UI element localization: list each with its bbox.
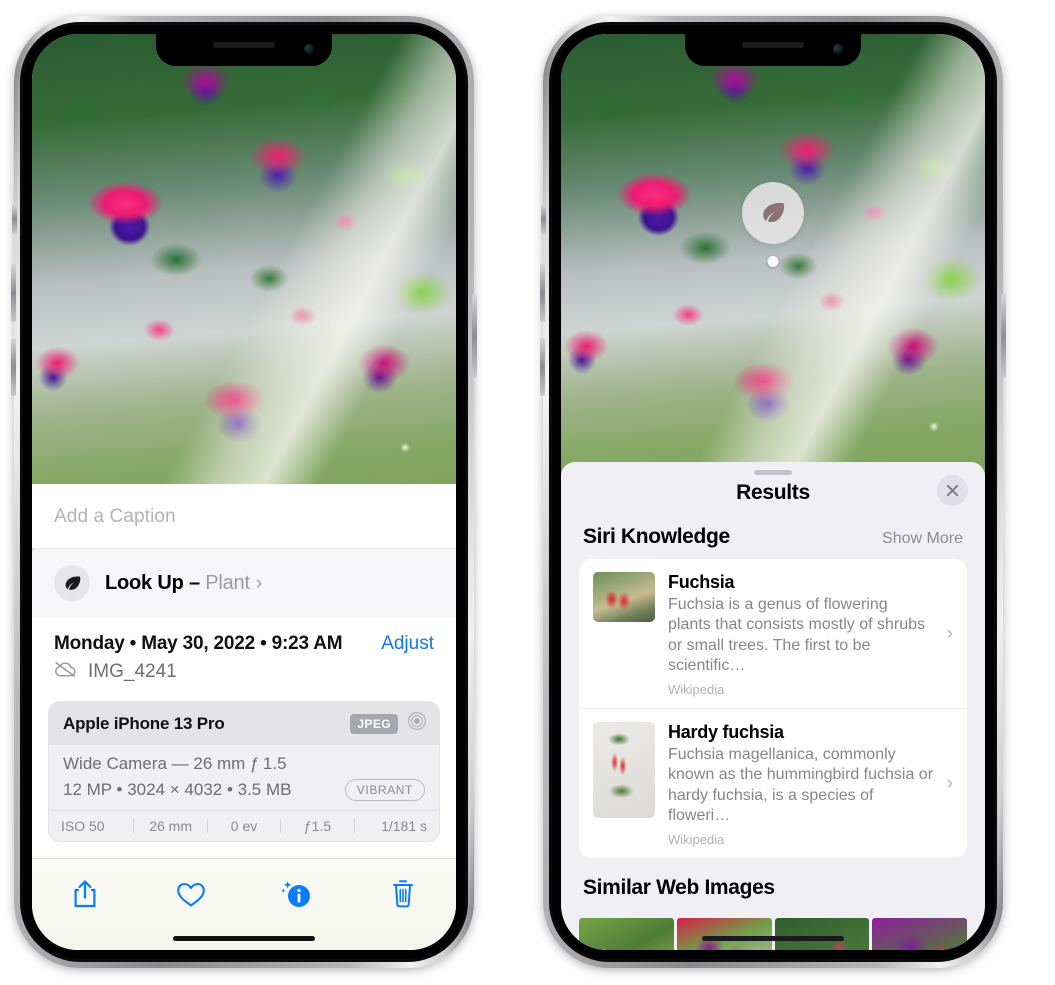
photo-fuchsia-plant[interactable] bbox=[32, 34, 456, 504]
knowledge-description: Fuchsia is a genus of flowering plants t… bbox=[668, 596, 925, 675]
leaf-icon bbox=[54, 565, 90, 601]
home-indicator-left[interactable] bbox=[173, 936, 315, 941]
exif-iso: ISO 50 bbox=[61, 818, 105, 834]
iphone-left: Add a Caption ✦ ✦ Look Up – Plant› Monda… bbox=[11, 16, 477, 968]
home-indicator-right[interactable] bbox=[702, 936, 844, 941]
web-image-3[interactable] bbox=[774, 917, 870, 950]
knowledge-thumbnail bbox=[593, 572, 655, 622]
similar-web-images-header: Similar Web Images bbox=[561, 858, 985, 910]
section-title: Similar Web Images bbox=[583, 875, 775, 899]
look-up-subject: Plant bbox=[205, 571, 250, 594]
screenshot-stage: Add a Caption ✦ ✦ Look Up – Plant› Monda… bbox=[0, 0, 1055, 985]
sparkle-icon-large: ✦ bbox=[32, 543, 37, 559]
web-image-2[interactable] bbox=[676, 917, 772, 950]
caption-input[interactable]: Add a Caption bbox=[32, 484, 456, 549]
metadata-header: Apple iPhone 13 Pro JPEG bbox=[49, 702, 439, 745]
notch-left bbox=[156, 34, 332, 66]
format-badge: JPEG bbox=[350, 713, 398, 734]
profile-badge: VIBRANT bbox=[344, 779, 425, 801]
knowledge-body: Hardy fuchsia Fuchsia magellanica, commo… bbox=[668, 722, 934, 847]
photo-info-sheet: Add a Caption ✦ ✦ Look Up – Plant› Monda… bbox=[32, 484, 456, 950]
exif-ev: 0 ev bbox=[230, 818, 258, 834]
lens-info: Wide Camera — 26 mm ƒ 1.5 bbox=[63, 754, 287, 773]
size-info: 12 MP • 3024 × 4032 • 3.5 MB bbox=[63, 780, 292, 799]
similar-web-images-strip bbox=[561, 917, 985, 950]
power-button-left[interactable] bbox=[472, 294, 477, 378]
results-sheet: Results Siri Knowledge Show More Fuchsia… bbox=[561, 462, 985, 950]
datetime-row: Monday • May 30, 2022 • 9:23 AM Adjust bbox=[54, 633, 434, 655]
mute-switch-right[interactable] bbox=[541, 204, 546, 234]
device-name: Apple iPhone 13 Pro bbox=[63, 713, 225, 733]
photo-datetime: Monday • May 30, 2022 • 9:23 AM bbox=[54, 633, 343, 654]
screen-left: Add a Caption ✦ ✦ Look Up – Plant› Monda… bbox=[32, 34, 456, 950]
chevron-right-icon: › bbox=[255, 572, 262, 594]
volume-up-button-right[interactable] bbox=[540, 264, 545, 322]
section-title: Siri Knowledge bbox=[583, 525, 730, 548]
delete-button[interactable] bbox=[380, 871, 426, 917]
info-button[interactable] bbox=[274, 871, 320, 917]
volume-down-button-right[interactable] bbox=[540, 338, 545, 396]
notch-right bbox=[685, 34, 861, 66]
metadata-header-badges: JPEG bbox=[350, 711, 427, 736]
knowledge-thumbnail bbox=[593, 721, 655, 818]
filename-row: IMG_4241 bbox=[54, 661, 434, 683]
share-button[interactable] bbox=[62, 871, 108, 917]
web-image-1[interactable] bbox=[579, 917, 674, 950]
exif-shutter: 1/181 s bbox=[381, 818, 428, 834]
iphone-right: Results Siri Knowledge Show More Fuchsia… bbox=[540, 16, 1006, 968]
look-up-prefix: Look Up – bbox=[105, 571, 206, 594]
size-info-row: 12 MP • 3024 × 4032 • 3.5 MB VIBRANT bbox=[63, 779, 425, 801]
icloud-slash-icon bbox=[54, 661, 77, 683]
volume-down-button-left[interactable] bbox=[11, 338, 16, 396]
knowledge-description: Fuchsia magellanica, commonly known as t… bbox=[668, 745, 934, 825]
web-image-4[interactable] bbox=[872, 917, 967, 950]
knowledge-source: Wikipedia bbox=[668, 681, 725, 697]
close-icon[interactable] bbox=[937, 475, 968, 506]
datetime-block: Monday • May 30, 2022 • 9:23 AM Adjust I… bbox=[32, 618, 456, 689]
list-item[interactable]: Fuchsia Fuchsia is a genus of flowering … bbox=[579, 559, 967, 708]
metadata-body: Wide Camera — 26 mm ƒ 1.5 12 MP • 3024 ×… bbox=[49, 745, 439, 810]
exif-row: ISO 50 26 mm 0 ev ƒ1.5 1/181 s bbox=[49, 810, 439, 841]
siri-knowledge-card: Fuchsia Fuchsia is a genus of flowering … bbox=[579, 559, 967, 858]
siri-knowledge-header: Siri Knowledge Show More bbox=[561, 517, 985, 559]
visual-look-up-anchor-dot bbox=[767, 256, 779, 267]
look-up-label: Look Up – Plant › bbox=[105, 572, 262, 595]
mute-switch-left[interactable] bbox=[12, 204, 17, 234]
exif-focal: 26 mm bbox=[149, 818, 192, 834]
aperture-icon bbox=[407, 711, 427, 736]
screen-right: Results Siri Knowledge Show More Fuchsia… bbox=[561, 34, 985, 950]
list-item[interactable]: Hardy fuchsia Fuchsia magellanica, commo… bbox=[579, 707, 967, 858]
front-camera-icon bbox=[304, 44, 314, 54]
visual-look-up-badge[interactable] bbox=[742, 182, 804, 244]
knowledge-body: Fuchsia Fuchsia is a genus of flowering … bbox=[668, 572, 934, 697]
front-camera-icon bbox=[833, 44, 843, 54]
camera-metadata-card[interactable]: Apple iPhone 13 Pro JPEG Wide Camera — 2… bbox=[48, 701, 440, 842]
earpiece-speaker bbox=[213, 42, 275, 48]
earpiece-speaker bbox=[742, 42, 804, 48]
look-up-row[interactable]: ✦ ✦ Look Up – Plant› bbox=[32, 543, 456, 618]
volume-up-button-left[interactable] bbox=[11, 264, 16, 322]
results-header: Results bbox=[561, 475, 985, 517]
exif-aperture: ƒ1.5 bbox=[303, 818, 332, 834]
results-title: Results bbox=[736, 481, 810, 504]
favorite-button[interactable] bbox=[168, 871, 214, 917]
photo-filename: IMG_4241 bbox=[88, 661, 177, 682]
adjust-button[interactable]: Adjust bbox=[381, 633, 434, 655]
knowledge-source: Wikipedia bbox=[668, 831, 725, 847]
knowledge-title: Fuchsia bbox=[668, 572, 735, 592]
chevron-right-icon: › bbox=[946, 773, 953, 795]
knowledge-title: Hardy fuchsia bbox=[668, 721, 784, 742]
chevron-right-icon: › bbox=[946, 623, 953, 645]
power-button-right[interactable] bbox=[1001, 294, 1006, 378]
show-more-button[interactable]: Show More bbox=[882, 530, 963, 548]
